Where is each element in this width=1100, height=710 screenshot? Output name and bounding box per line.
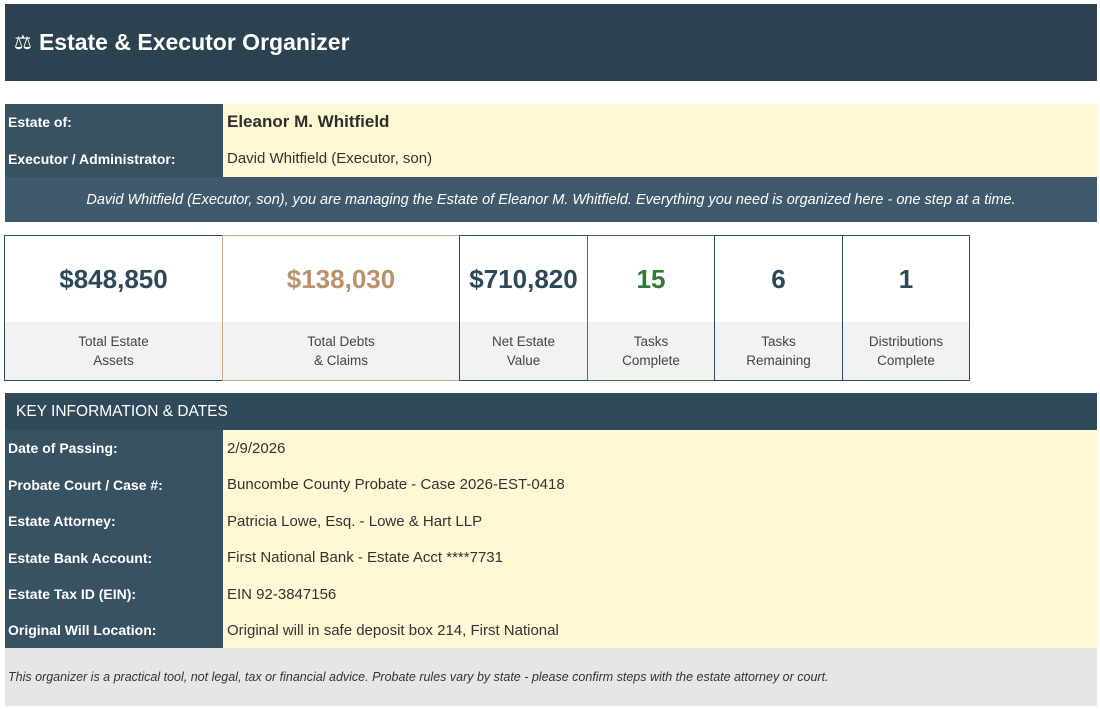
info-value[interactable]: 2/9/2026 bbox=[223, 430, 1097, 466]
kpi-caption: Tasks Complete bbox=[588, 322, 714, 380]
section-header-key-info: KEY INFORMATION & DATES bbox=[5, 393, 1097, 430]
kpi-caption: Net Estate Value bbox=[460, 322, 587, 380]
info-value[interactable]: Patricia Lowe, Esq. - Lowe & Hart LLP bbox=[223, 503, 1097, 539]
info-row-date-of-passing: Date of Passing: 2/9/2026 bbox=[5, 430, 1097, 466]
kpi-caption: Total Estate Assets bbox=[5, 322, 222, 380]
kpi-tasks-remaining: 6 Tasks Remaining bbox=[714, 235, 843, 381]
disclaimer-footer: This organizer is a practical tool, not … bbox=[5, 648, 1097, 706]
kpi-tasks-complete: 15 Tasks Complete bbox=[587, 235, 715, 381]
welcome-message: David Whitfield (Executor, son), you are… bbox=[5, 177, 1097, 222]
info-row-bank-account: Estate Bank Account: First National Bank… bbox=[5, 539, 1097, 576]
kpi-total-assets: $848,850 Total Estate Assets bbox=[4, 235, 223, 381]
kpi-caption: Tasks Remaining bbox=[715, 322, 842, 380]
kpi-total-debts: $138,030 Total Debts & Claims bbox=[222, 235, 460, 381]
executor-label: Executor / Administrator: bbox=[5, 140, 223, 177]
info-row-probate-court: Probate Court / Case #: Buncombe County … bbox=[5, 466, 1097, 503]
kpi-value: 1 bbox=[843, 236, 969, 322]
info-row-tax-id: Estate Tax ID (EIN): EIN 92-3847156 bbox=[5, 576, 1097, 612]
kpi-value: 15 bbox=[588, 236, 714, 322]
kpi-caption: Total Debts & Claims bbox=[223, 322, 459, 380]
scales-icon: ⚖ bbox=[14, 31, 32, 54]
info-row-estate-attorney: Estate Attorney: Patricia Lowe, Esq. - L… bbox=[5, 503, 1097, 539]
info-value[interactable]: First National Bank - Estate Acct ****77… bbox=[223, 539, 1097, 576]
executor-row: Executor / Administrator: David Whitfiel… bbox=[5, 140, 1097, 177]
info-value[interactable]: Original will in safe deposit box 214, F… bbox=[223, 612, 1097, 648]
kpi-value: $138,030 bbox=[223, 236, 459, 322]
info-value[interactable]: EIN 92-3847156 bbox=[223, 576, 1097, 612]
kpi-distributions-complete: 1 Distributions Complete bbox=[842, 235, 970, 381]
section-title: KEY INFORMATION & DATES bbox=[16, 402, 228, 420]
kpi-caption: Distributions Complete bbox=[843, 322, 969, 380]
kpi-value: 6 bbox=[715, 236, 842, 322]
info-label: Date of Passing: bbox=[5, 430, 223, 466]
info-label: Estate Tax ID (EIN): bbox=[5, 576, 223, 612]
estate-of-row: Estate of: Eleanor M. Whitfield bbox=[5, 104, 1097, 140]
info-label: Estate Attorney: bbox=[5, 503, 223, 539]
info-value[interactable]: Buncombe County Probate - Case 2026-EST-… bbox=[223, 466, 1097, 503]
kpi-value: $848,850 bbox=[5, 236, 222, 322]
info-row-will-location: Original Will Location: Original will in… bbox=[5, 612, 1097, 648]
info-label: Original Will Location: bbox=[5, 612, 223, 648]
executor-value[interactable]: David Whitfield (Executor, son) bbox=[223, 140, 1097, 177]
page-title: Estate & Executor Organizer bbox=[38, 29, 350, 55]
estate-of-value[interactable]: Eleanor M. Whitfield bbox=[223, 104, 1097, 140]
kpi-value: $710,820 bbox=[460, 236, 587, 322]
kpi-cards: $848,850 Total Estate Assets $138,030 To… bbox=[4, 235, 970, 381]
info-label: Probate Court / Case #: bbox=[5, 466, 223, 503]
info-label: Estate Bank Account: bbox=[5, 539, 223, 576]
title-bar: ⚖ Estate & Executor Organizer bbox=[5, 4, 1097, 81]
estate-of-label: Estate of: bbox=[5, 104, 223, 140]
kpi-net-estate: $710,820 Net Estate Value bbox=[459, 235, 588, 381]
